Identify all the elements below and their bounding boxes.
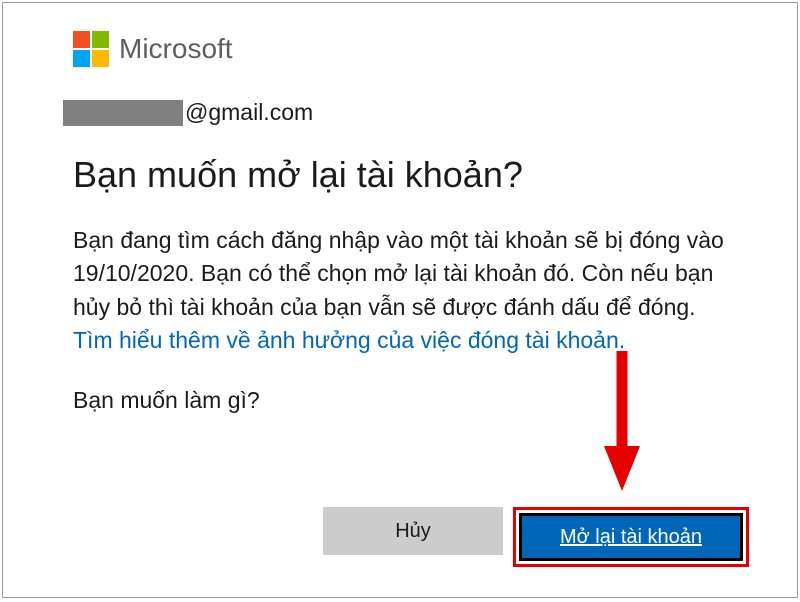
highlight-box: Mở lại tài khoản	[513, 507, 749, 567]
redacted-username	[63, 100, 183, 126]
microsoft-logo-icon	[73, 31, 109, 67]
brand-name: Microsoft	[119, 33, 233, 65]
button-row: Hủy Mở lại tài khoản	[323, 507, 749, 567]
email-domain: @gmail.com	[185, 99, 313, 126]
description-part1: Bạn đang tìm cách đăng nhập vào một tài …	[73, 227, 724, 320]
prompt-question: Bạn muốn làm gì?	[73, 387, 727, 414]
dialog-container: Microsoft @gmail.com Bạn muốn mở lại tài…	[2, 2, 798, 598]
annotation-arrow-icon	[602, 351, 642, 491]
brand-header: Microsoft	[73, 31, 727, 67]
page-title: Bạn muốn mở lại tài khoản?	[73, 154, 727, 196]
account-email: @gmail.com	[63, 99, 727, 126]
learn-more-link[interactable]: Tìm hiểu thêm về ảnh hưởng của việc đóng…	[73, 327, 625, 353]
cancel-button[interactable]: Hủy	[323, 507, 503, 555]
description-text: Bạn đang tìm cách đăng nhập vào một tài …	[73, 224, 727, 357]
reopen-account-button[interactable]: Mở lại tài khoản	[522, 516, 740, 558]
